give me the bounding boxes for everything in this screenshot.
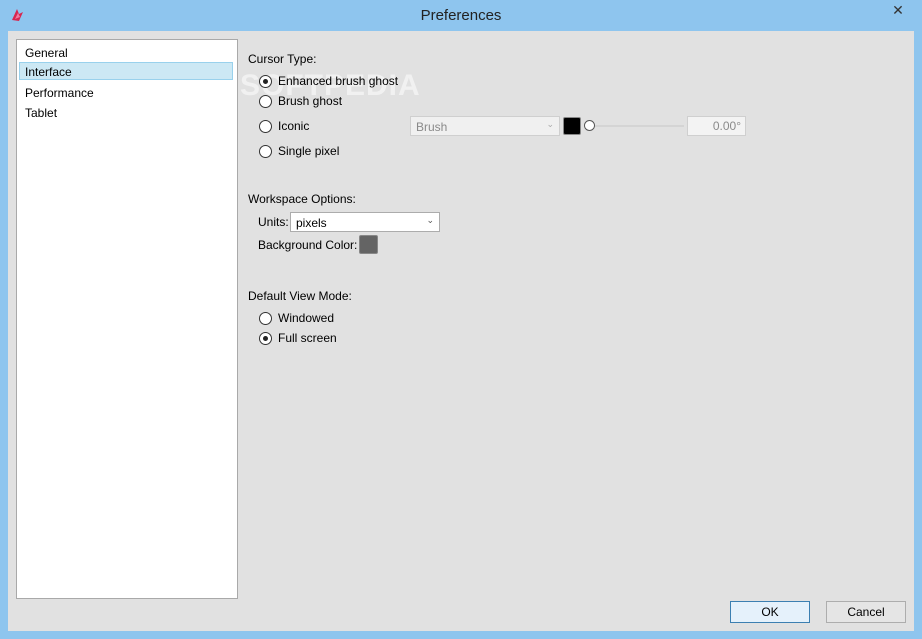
nav-item-performance[interactable]: Performance — [19, 83, 233, 101]
radio-brush-ghost[interactable]: Brush ghost — [259, 94, 379, 110]
icon-type-combo[interactable]: Brush ⌄ — [410, 116, 560, 136]
angle-slider-thumb[interactable] — [584, 120, 595, 131]
radio-enhanced-brush-ghost[interactable]: Enhanced brush ghost — [259, 74, 419, 90]
title-bar[interactable]: Preferences ✕ — [0, 0, 922, 31]
ok-button[interactable]: OK — [730, 601, 810, 623]
radio-label: Single pixel — [278, 144, 340, 158]
angle-slider-track[interactable] — [588, 125, 684, 127]
nav-item-general[interactable]: General — [19, 43, 233, 61]
chevron-down-icon: ⌄ — [426, 215, 434, 225]
units-select[interactable]: pixels ⌄ — [290, 212, 440, 232]
background-color-swatch[interactable] — [359, 235, 378, 254]
radio-label: Windowed — [278, 311, 335, 325]
workspace-options-heading: Workspace Options: — [248, 192, 356, 206]
radio-iconic[interactable]: Iconic — [259, 119, 339, 135]
radio-label: Brush ghost — [278, 94, 343, 108]
cancel-button[interactable]: Cancel — [826, 601, 906, 623]
category-list[interactable]: General Interface Performance Tablet — [16, 39, 238, 599]
preferences-window: Preferences ✕ General Interface Performa… — [0, 0, 922, 639]
radio-button[interactable] — [259, 145, 272, 158]
background-color-label: Background Color: — [258, 238, 358, 252]
radio-single-pixel[interactable]: Single pixel — [259, 144, 369, 160]
radio-full-screen[interactable]: Full screen — [259, 331, 359, 347]
close-icon[interactable]: ✕ — [883, 0, 913, 20]
icon-type-value: Brush — [416, 120, 448, 134]
radio-button[interactable] — [259, 332, 272, 345]
units-value: pixels — [296, 216, 327, 230]
radio-button[interactable] — [259, 312, 272, 325]
icon-color-swatch[interactable] — [563, 117, 581, 135]
window-title: Preferences — [420, 7, 502, 24]
units-label: Units: — [258, 215, 289, 229]
radio-button[interactable] — [259, 75, 272, 88]
radio-label: Iconic — [278, 119, 310, 133]
chevron-down-icon: ⌄ — [546, 119, 554, 129]
dialog-client-area: General Interface Performance Tablet SOF… — [8, 31, 914, 631]
nav-item-interface[interactable]: Interface — [19, 62, 233, 80]
cursor-type-heading: Cursor Type: — [248, 52, 317, 66]
radio-button[interactable] — [259, 95, 272, 108]
radio-button[interactable] — [259, 120, 272, 133]
angle-input[interactable]: 0.00° — [687, 116, 746, 136]
radio-label: Enhanced brush ghost — [278, 74, 399, 88]
radio-windowed[interactable]: Windowed — [259, 311, 359, 327]
default-view-mode-heading: Default View Mode: — [248, 289, 352, 303]
nav-item-tablet[interactable]: Tablet — [19, 103, 233, 121]
radio-label: Full screen — [278, 331, 337, 345]
